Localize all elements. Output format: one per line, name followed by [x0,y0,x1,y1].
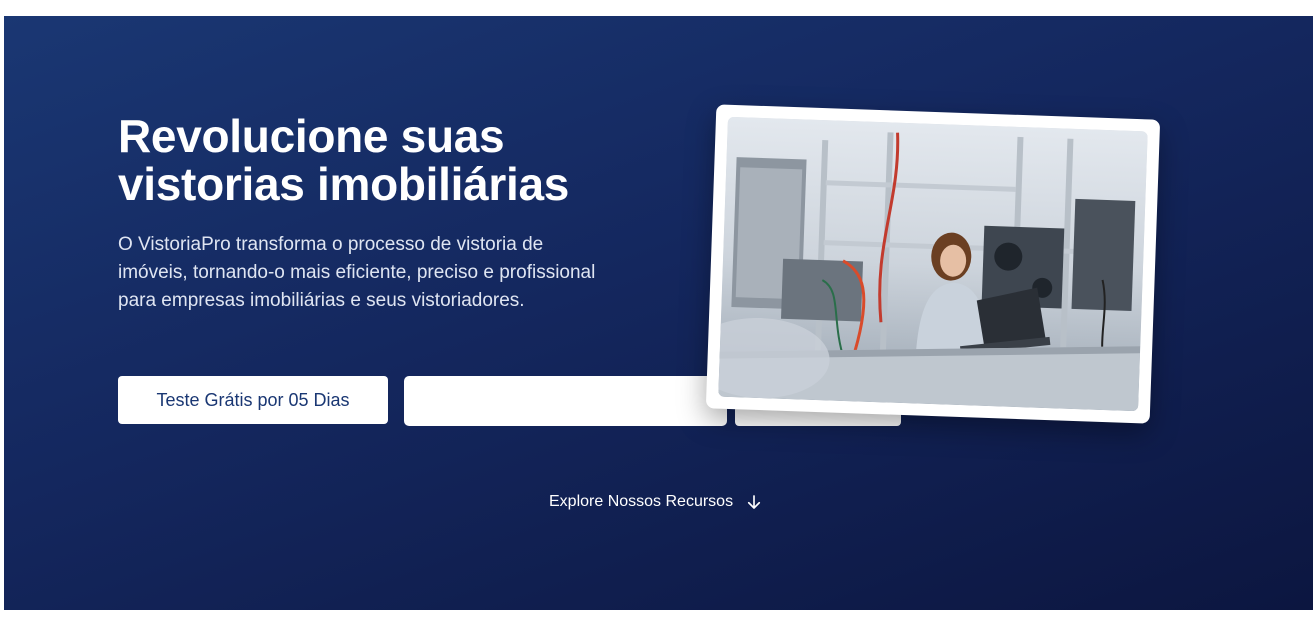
hero-headline: Revolucione suas vistorias imobiliárias [118,110,570,210]
hero-photo [718,116,1148,412]
hero-image-card [705,104,1161,424]
secondary-button[interactable] [404,376,727,426]
explore-features-link[interactable]: Explore Nossos Recursos [549,490,763,514]
hero-description: O VistoriaPro transforma o processo de v… [118,234,596,311]
explore-features-label: Explore Nossos Recursos [549,493,734,510]
lab-photo-illustration [718,116,1148,412]
arrow-down-icon [748,495,761,509]
hero-section: Revolucione suas vistorias imobiliárias … [4,16,1313,610]
free-trial-button[interactable]: Teste Grátis por 05 Dias [118,376,388,424]
